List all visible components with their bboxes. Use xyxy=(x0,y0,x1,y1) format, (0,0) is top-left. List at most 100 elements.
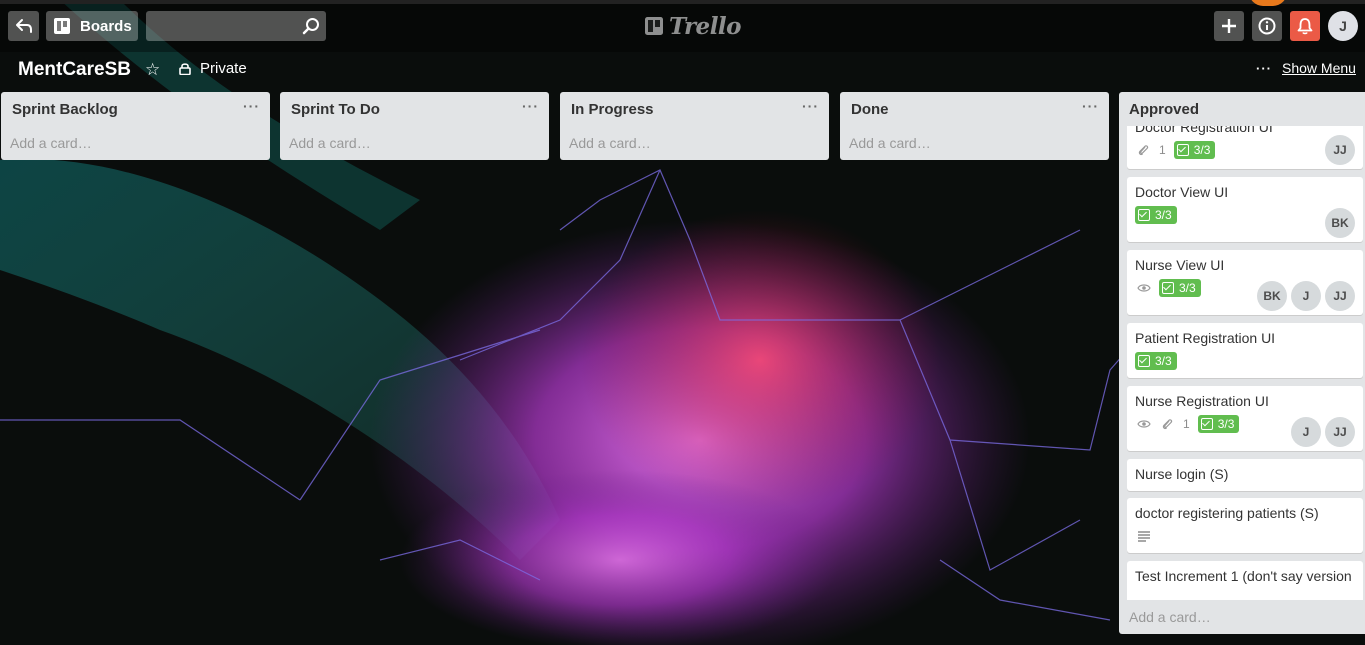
list-menu-icon[interactable]: ··· xyxy=(802,98,819,114)
lock-icon xyxy=(179,63,191,75)
info-icon xyxy=(1258,17,1276,35)
show-menu-link[interactable]: ··· Show Menu xyxy=(1256,60,1356,76)
list-menu-icon[interactable]: ··· xyxy=(1082,98,1099,114)
avatar[interactable]: JJ xyxy=(1325,281,1355,311)
bell-icon xyxy=(1297,18,1313,35)
checklist-count: 3/3 xyxy=(1193,143,1211,157)
list-header: Sprint Backlog ··· xyxy=(1,92,270,126)
avatar[interactable]: J xyxy=(1291,417,1321,447)
privacy-label: Private xyxy=(200,60,247,77)
search-icon[interactable] xyxy=(302,17,320,35)
checklist-badge: 3/3 xyxy=(1135,352,1177,370)
avatar[interactable]: BK xyxy=(1325,208,1355,238)
card-members: BK xyxy=(1321,208,1355,238)
list-done: Done ··· Add a card… xyxy=(840,92,1109,160)
description-icon xyxy=(1137,529,1151,543)
list-header: Done ··· xyxy=(840,92,1109,126)
add-card-link[interactable]: Add a card… xyxy=(560,126,829,160)
list-title[interactable]: In Progress xyxy=(571,101,654,118)
card-doctor-registration-ui[interactable]: Doctor Registration UI 1 3/3 JJ xyxy=(1127,126,1363,169)
checklist-badge: 3/3 xyxy=(1135,206,1177,224)
list-title[interactable]: Sprint To Do xyxy=(291,101,380,118)
star-icon[interactable]: ☆ xyxy=(145,60,160,80)
card-patient-registration-ui[interactable]: Patient Registration UI 3/3 xyxy=(1127,323,1363,378)
paperclip-icon xyxy=(1137,143,1151,157)
card-title: Nurse login (S) xyxy=(1135,466,1229,482)
avatar[interactable]: BK xyxy=(1257,281,1287,311)
list-header: Approved xyxy=(1119,92,1365,126)
add-card-link[interactable]: Add a card… xyxy=(280,126,549,160)
checklist-count: 3/3 xyxy=(1155,208,1172,222)
notifications-button[interactable] xyxy=(1290,11,1320,41)
card-members: J JJ xyxy=(1287,417,1355,447)
member-avatar[interactable]: J xyxy=(1328,11,1358,41)
list-menu-icon[interactable]: ··· xyxy=(522,98,539,114)
card-nurse-registration-ui[interactable]: Nurse Registration UI 1 3/3 J JJ xyxy=(1127,386,1363,451)
browser-strip xyxy=(0,0,1365,4)
member-initial: J xyxy=(1339,18,1347,34)
privacy-button[interactable]: Private xyxy=(179,60,247,77)
list-header: In Progress ··· xyxy=(560,92,829,126)
back-arrow-icon xyxy=(15,19,32,33)
checklist-badge: 3/3 xyxy=(1173,141,1216,159)
back-button[interactable] xyxy=(8,11,39,41)
eye-icon xyxy=(1137,281,1151,295)
list-header: Sprint To Do ··· xyxy=(280,92,549,126)
checkbox-icon xyxy=(1138,355,1150,367)
boards-button[interactable]: Boards xyxy=(46,11,138,41)
checklist-count: 3/3 xyxy=(1217,417,1235,431)
checkbox-icon xyxy=(1200,418,1213,430)
list-sprint-to-do: Sprint To Do ··· Add a card… xyxy=(280,92,549,160)
list-sprint-backlog: Sprint Backlog ··· Add a card… xyxy=(1,92,270,160)
checkbox-icon xyxy=(1138,209,1150,221)
checklist-count: 3/3 xyxy=(1155,354,1172,368)
card-badges: 3/3 xyxy=(1135,351,1355,371)
card-nurse-login[interactable]: Nurse login (S) xyxy=(1127,459,1363,491)
list-title[interactable]: Approved xyxy=(1129,101,1199,118)
card-title: Nurse Registration UI xyxy=(1135,393,1269,409)
card-members: BK J JJ xyxy=(1253,281,1355,311)
card-badges xyxy=(1135,526,1355,546)
list-title[interactable]: Done xyxy=(851,101,889,118)
checklist-badge: 3/3 xyxy=(1159,279,1201,297)
board-icon xyxy=(54,18,70,34)
card-members: JJ xyxy=(1321,135,1355,165)
trello-logo-icon xyxy=(645,17,663,35)
search-input[interactable] xyxy=(146,11,326,41)
card-title: Test Increment 1 (don't say version xyxy=(1135,568,1352,584)
checkbox-icon xyxy=(1176,144,1189,156)
menu-dots-icon: ··· xyxy=(1256,60,1272,76)
eye-icon xyxy=(1137,417,1151,431)
add-card-link[interactable]: Add a card… xyxy=(1,126,270,160)
avatar[interactable]: J xyxy=(1291,281,1321,311)
info-button[interactable] xyxy=(1252,11,1282,41)
paperclip-icon xyxy=(1161,417,1175,431)
card-doctor-view-ui[interactable]: Doctor View UI 3/3 BK xyxy=(1127,177,1363,242)
card-title: doctor registering patients (S) xyxy=(1135,505,1319,521)
list-menu-icon[interactable]: ··· xyxy=(243,98,260,114)
avatar[interactable]: JJ xyxy=(1325,135,1355,165)
add-card-link[interactable]: Add a card… xyxy=(840,126,1109,160)
show-menu-label: Show Menu xyxy=(1282,60,1356,76)
plus-icon xyxy=(1222,19,1236,33)
list-in-progress: In Progress ··· Add a card… xyxy=(560,92,829,160)
attachment-count: 1 xyxy=(1183,417,1190,431)
board-title[interactable]: MentCareSB xyxy=(18,58,131,82)
logo-text: Trello xyxy=(669,12,742,40)
card-test-increment-1[interactable]: Test Increment 1 (don't say version xyxy=(1127,561,1363,600)
card-doctor-registering-patients[interactable]: doctor registering patients (S) xyxy=(1127,498,1363,553)
trello-logo[interactable]: Trello xyxy=(645,12,742,40)
add-button[interactable] xyxy=(1214,11,1244,41)
add-card-link[interactable]: Add a card… xyxy=(1119,600,1365,634)
list-title[interactable]: Sprint Backlog xyxy=(12,101,118,118)
checklist-badge: 3/3 xyxy=(1197,415,1240,433)
avatar[interactable]: JJ xyxy=(1325,417,1355,447)
boards-label: Boards xyxy=(80,17,132,35)
card-list[interactable]: Doctor Registration UI 1 3/3 JJ Doctor V… xyxy=(1127,126,1363,600)
list-approved: Approved Doctor Registration UI 1 3/3 JJ… xyxy=(1119,92,1365,634)
card-title: Nurse View UI xyxy=(1135,257,1225,273)
checklist-count: 3/3 xyxy=(1179,281,1196,295)
checkbox-icon xyxy=(1162,282,1174,294)
card-nurse-view-ui[interactable]: Nurse View UI 3/3 BK J JJ xyxy=(1127,250,1363,315)
card-title: Patient Registration UI xyxy=(1135,330,1276,346)
